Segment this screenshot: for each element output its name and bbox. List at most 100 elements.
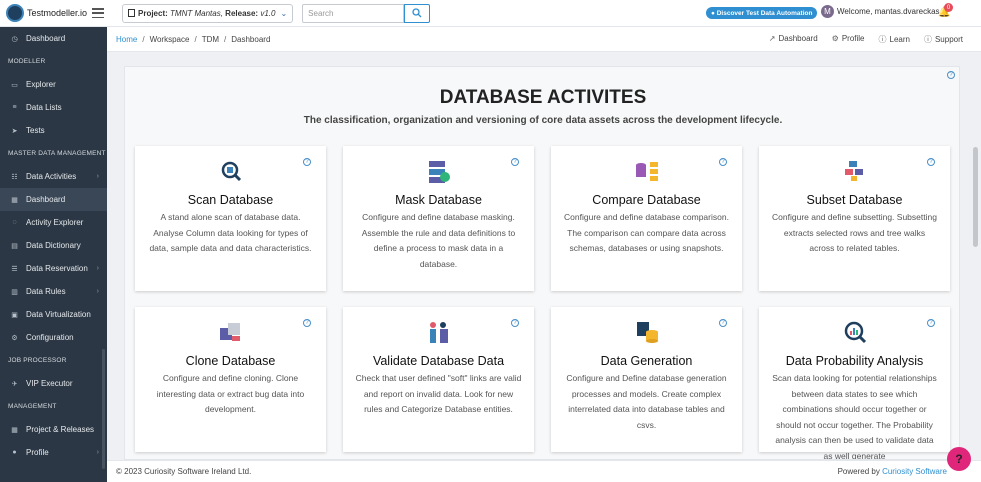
sidebar-section-header: MODELLER (8, 58, 46, 65)
menu-toggle-icon[interactable] (92, 8, 104, 18)
sidebar-item-profile[interactable]: ● Profile › (0, 441, 107, 464)
powered-by: Powered by Curiosity Software (838, 467, 947, 476)
breadcrumb-bar: Home / Workspace / TDM / Dashboard ↗ Dash… (107, 27, 981, 52)
learn-link[interactable]: ⓘ Learn (879, 34, 910, 45)
chevron-down-icon: ⌄ (280, 8, 288, 18)
card-description: Check that user defined "soft" links are… (355, 373, 522, 414)
sidebar-item-label: Data Activities (26, 172, 77, 181)
sidebar-item-configuration[interactable]: ⚙ Configuration (0, 326, 107, 349)
logo-icon (6, 4, 24, 22)
mask-icon (343, 159, 534, 185)
avatar: M (821, 5, 834, 18)
support-link[interactable]: ⓘ Support (924, 34, 963, 45)
sidebar-item-data-lists[interactable]: ≡ Data Lists (0, 96, 107, 119)
sidebar-item-label: Tests (26, 126, 45, 135)
sidebar-item-explorer[interactable]: ▭ Explorer (0, 73, 107, 96)
project-name: TMNT Mantas, (170, 8, 223, 18)
help-icon[interactable]: ? (947, 71, 955, 79)
card-description: Configure and define database masking. A… (361, 212, 516, 269)
discover-button[interactable]: ● Discover Test Data Automation (706, 7, 818, 19)
card-title: Data Generation (600, 354, 693, 368)
page-subtitle: The classification, organization and ver… (303, 115, 783, 126)
main-scrollbar[interactable] (970, 52, 981, 458)
curiosity-icon: ? (955, 452, 963, 466)
breadcrumb-separator: / (194, 34, 197, 44)
card-title: Data Probability Analysis (785, 354, 924, 368)
sidebar-item-icon: ▥ (11, 288, 18, 296)
card-description: Configure and Define database generation… (566, 373, 727, 430)
sidebar-item-data-rules[interactable]: ▥ Data Rules › (0, 280, 107, 303)
project-selector[interactable]: Project: TMNT Mantas, Release: v1.0 ⌄ (122, 3, 294, 23)
card-scan-database[interactable]: ? Scan Database A stand alone scan of data… (135, 146, 326, 291)
sidebar-item-data-virtualization[interactable]: ▣ Data Virtualization (0, 303, 107, 326)
card-title: Clone Database (185, 354, 276, 368)
card-data-probability-analysis[interactable]: ? Data Probability Analysis Scan data look… (759, 307, 950, 459)
sidebar-item-label: Data Lists (26, 103, 62, 112)
top-links: ↗ Dashboard ⚙ Profile ⓘ Learn ⓘ Support (769, 34, 963, 45)
card-clone-database[interactable]: ? Clone Database Configure and define clon… (135, 307, 326, 452)
card-title: Subset Database (806, 193, 903, 207)
scan-icon (135, 159, 326, 185)
release-value: v1.0 (260, 8, 276, 18)
sidebar-section-header: MASTER DATA MANAGEMENT (8, 150, 106, 157)
support-link-label: Support (934, 34, 963, 44)
chevron-right-icon: › (96, 288, 99, 295)
sidebar-item-label: Profile (26, 448, 49, 457)
sidebar-item-label: Configuration (26, 333, 74, 342)
sidebar: ◷ Dashboard MODELLER ▭ Explorer ≡ Data Lists ➤ T… (0, 27, 107, 482)
sidebar-item-vip-executor[interactable]: ✈ VIP Executor (0, 372, 107, 395)
user-menu[interactable]: M Welcome, mantas.dvareckas (821, 5, 940, 18)
card-compare-database[interactable]: ? Compare Database Configure and define da… (551, 146, 742, 291)
card-description: Configure and define cloning. Clone inte… (156, 373, 305, 414)
discover-label: Discover Test Data Automation (716, 9, 813, 17)
sidebar-item-activity-explorer[interactable]: ◌ Activity Explorer (0, 211, 107, 234)
help-fab-button[interactable]: ? (947, 447, 971, 471)
dashboard-link[interactable]: ↗ Dashboard (769, 34, 818, 45)
sidebar-item-icon: ☰ (11, 265, 18, 273)
breadcrumb: Home / Workspace / TDM / Dashboard (107, 35, 270, 44)
search-input[interactable]: Search (302, 3, 405, 23)
sidebar-section-header: MANAGEMENT (8, 403, 57, 410)
profile-link[interactable]: ⚙ Profile (832, 34, 865, 45)
search-button[interactable] (404, 3, 431, 23)
main-panel: ? DATABASE ACTIVITES The classification,… (124, 66, 960, 460)
welcome-text: Welcome, mantas.dvareckas (837, 7, 940, 16)
card-title: Scan Database (187, 193, 274, 207)
copyright: © 2023 Curiosity Software Ireland Ltd. (116, 467, 252, 476)
card-mask-database[interactable]: ? Mask Database Configure and define datab… (343, 146, 534, 291)
sidebar-item-label: Dashboard (26, 34, 66, 43)
sidebar-item-project-releases[interactable]: ▦ Project & Releases (0, 418, 107, 441)
card-subset-database[interactable]: ? Subset Database Configure and define sub… (759, 146, 950, 291)
sidebar-item-icon: ◷ (11, 35, 18, 43)
sidebar-item-dashboard[interactable]: ▦ Dashboard (0, 188, 107, 211)
card-description: Configure and define database comparison… (564, 212, 729, 253)
sidebar-item-icon: ✈ (11, 380, 18, 388)
sidebar-item-tests[interactable]: ➤ Tests (0, 119, 107, 142)
profile-link-label: Profile (841, 33, 865, 43)
sidebar-item-label: Data Reservation (26, 264, 88, 273)
sidebar-item-data-activities[interactable]: ☷ Data Activities › (0, 165, 107, 188)
card-validate-database-data[interactable]: ? Validate Database Data Check that user d… (343, 307, 534, 452)
company-link[interactable]: Curiosity Software (882, 467, 947, 476)
sidebar-item-icon: ▣ (11, 311, 18, 319)
chevron-right-icon: › (96, 173, 99, 180)
sidebar-item-data-reservation[interactable]: ☰ Data Reservation › (0, 257, 107, 280)
card-data-generation[interactable]: ? Data Generation Configure and Define dat… (551, 307, 742, 452)
logo-text: Testmodeller.io (27, 8, 88, 18)
clone-icon (135, 320, 326, 346)
breadcrumb-home[interactable]: Home (116, 35, 137, 44)
sidebar-item-data-dictionary[interactable]: ▤ Data Dictionary (0, 234, 107, 257)
footer: © 2023 Curiosity Software Ireland Ltd. P… (107, 460, 981, 482)
card-description: Scan data looking for potential relation… (772, 373, 937, 460)
search-icon (412, 8, 422, 18)
breadcrumb-workspace[interactable]: Workspace (150, 35, 190, 44)
sidebar-item-icon: ● (12, 449, 17, 456)
scrollbar-thumb[interactable] (973, 147, 978, 247)
sidebar-item-label: Explorer (26, 80, 56, 89)
gear-icon: ⚙ (831, 33, 839, 43)
sidebar-item-icon: ▭ (11, 81, 18, 89)
sidebar-item-dashboard[interactable]: ◷ Dashboard (0, 27, 107, 50)
breadcrumb-separator: / (224, 34, 227, 44)
chevron-right-icon: › (96, 265, 99, 272)
breadcrumb-tdm[interactable]: TDM (202, 35, 219, 44)
